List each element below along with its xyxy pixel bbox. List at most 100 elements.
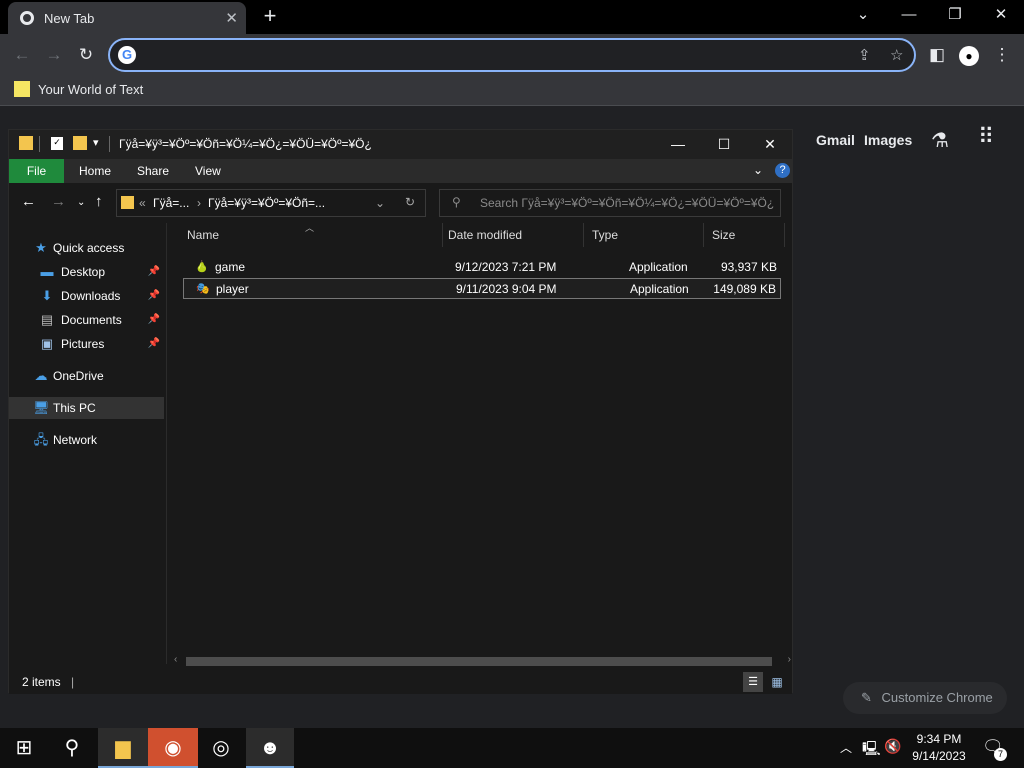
- new-folder-icon[interactable]: [73, 136, 87, 150]
- tray-overflow-icon[interactable]: ︿: [840, 739, 852, 756]
- back-arrow-icon[interactable]: ←: [21, 193, 36, 210]
- scrollbar-thumb[interactable]: [186, 657, 772, 666]
- reload-icon[interactable]: ↻: [73, 42, 99, 68]
- address-dropdown-icon[interactable]: ⌄: [375, 196, 385, 210]
- address-prefix[interactable]: «: [139, 196, 146, 210]
- horizontal-scrollbar[interactable]: ‹ ›: [174, 654, 791, 668]
- search-box[interactable]: ⚲ Search Γÿå=¥ÿ³=¥Öº=¥Öñ=¥Ö¼=¥Ö¿=¥ÖÜ=¥Öº…: [439, 189, 781, 217]
- divider: [39, 136, 40, 152]
- labs-flask-icon[interactable]: ⚗: [931, 128, 949, 153]
- up-arrow-icon[interactable]: ↑: [95, 193, 103, 210]
- refresh-icon[interactable]: ↻: [405, 195, 415, 209]
- forward-icon[interactable]: →: [41, 42, 67, 68]
- nav-downloads[interactable]: ⬇ Downloads 📌: [9, 285, 164, 307]
- gmail-link[interactable]: Gmail: [816, 132, 855, 148]
- breadcrumb-2[interactable]: Γÿå=¥ÿ³=¥Öº=¥Öñ=...: [208, 196, 325, 210]
- pin-icon[interactable]: 📌: [148, 333, 160, 355]
- volume-muted-icon[interactable]: 🔇: [884, 738, 901, 755]
- pin-icon[interactable]: 📌: [148, 285, 160, 307]
- column-header-date[interactable]: Date modified: [440, 223, 584, 247]
- apps-grid-icon[interactable]: ⠿: [978, 124, 994, 150]
- tab-view[interactable]: View: [195, 159, 221, 183]
- close-window-icon[interactable]: ✕: [978, 0, 1024, 30]
- search-icon: ⚲: [452, 195, 461, 209]
- desktop-icon: ▬: [40, 264, 54, 279]
- file-explorer-taskbar-icon[interactable]: ▆: [98, 728, 148, 768]
- properties-icon[interactable]: ✓: [51, 137, 63, 150]
- windows-start-icon[interactable]: ⊞: [0, 728, 48, 768]
- recent-locations-icon[interactable]: ⌄: [77, 197, 85, 208]
- help-icon[interactable]: ?: [775, 163, 790, 178]
- expand-ribbon-icon[interactable]: ⌄: [753, 163, 763, 177]
- explorer-nav-bar: ← → ⌄ ↑ « Γÿå=... › Γÿå=¥ÿ³=¥Öº=¥Öñ=... …: [9, 183, 792, 223]
- taskbar-clock[interactable]: 9:34 PM 9/14/2023: [904, 731, 974, 765]
- customize-chrome-button[interactable]: ✎ Customize Chrome: [843, 682, 1007, 714]
- sort-ascending-icon: ︿: [305, 223, 315, 233]
- chrome-toolbar: ← → ↻ G ⇪ ☆ ◧ ● ⋮: [0, 34, 1024, 76]
- bookmark-star-icon[interactable]: ☆: [890, 46, 903, 64]
- omnibox-input[interactable]: [144, 44, 824, 66]
- chrome-taskbar-icon[interactable]: ◉: [148, 728, 198, 768]
- restore-icon[interactable]: ❐: [932, 0, 978, 30]
- notification-count: 7: [994, 748, 1007, 761]
- nav-pictures[interactable]: ▣ Pictures 📌: [9, 333, 164, 355]
- player-app-icon: 🎭: [196, 283, 210, 295]
- breadcrumb-1[interactable]: Γÿå=...: [153, 196, 189, 210]
- computer-icon: 🖥: [33, 400, 50, 415]
- details-view-icon[interactable]: ☰: [743, 672, 763, 692]
- tab-title: New Tab: [44, 10, 95, 26]
- column-header-type[interactable]: Type: [584, 223, 704, 247]
- nav-network[interactable]: 🖧 Network: [9, 429, 164, 451]
- back-icon[interactable]: ←: [9, 42, 35, 68]
- player-taskbar-icon[interactable]: ☻: [246, 728, 294, 768]
- file-row-game[interactable]: 🍐 game 9/12/2023 7:21 PM Application 93,…: [183, 257, 781, 278]
- nav-documents[interactable]: ▤ Documents 📌: [9, 309, 164, 331]
- scroll-right-icon[interactable]: ›: [788, 654, 791, 665]
- network-tray-icon[interactable]: 🖳: [862, 738, 881, 762]
- ribbon-tabs: File Home Share View ⌄ ?: [9, 159, 792, 183]
- clock-date: 9/14/2023: [912, 749, 966, 763]
- bookmark-favicon-icon: [14, 81, 30, 97]
- share-icon[interactable]: ⇪: [858, 46, 871, 64]
- explorer-maximize-icon[interactable]: ☐: [701, 130, 747, 159]
- new-tab-button[interactable]: +: [256, 4, 284, 30]
- tab-file[interactable]: File: [9, 159, 64, 183]
- bookmark-your-world-of-text[interactable]: Your World of Text: [14, 81, 143, 97]
- tab-share[interactable]: Share: [137, 159, 169, 183]
- obs-taskbar-icon[interactable]: ◎: [197, 728, 245, 768]
- nav-onedrive[interactable]: ☁ OneDrive: [9, 365, 164, 387]
- breadcrumb-chevron-icon: ›: [197, 196, 201, 210]
- game-app-icon: 🍐: [195, 261, 209, 273]
- omnibox[interactable]: G ⇪ ☆: [108, 38, 916, 72]
- file-row-player[interactable]: 🎭 player 9/11/2023 9:04 PM Application 1…: [183, 278, 781, 299]
- minimize-icon[interactable]: —: [886, 0, 932, 30]
- images-link[interactable]: Images: [864, 132, 912, 148]
- quick-access-dropdown-icon[interactable]: ▾: [93, 136, 99, 149]
- scroll-left-icon[interactable]: ‹: [174, 654, 177, 665]
- pin-icon[interactable]: 📌: [148, 309, 160, 331]
- explorer-close-icon[interactable]: ✕: [747, 130, 793, 159]
- column-header-size[interactable]: Size: [704, 223, 785, 247]
- nav-quick-access[interactable]: ★ Quick access: [9, 237, 164, 259]
- pin-icon[interactable]: 📌: [148, 261, 160, 283]
- explorer-minimize-icon[interactable]: —: [655, 130, 701, 159]
- tab-new-tab[interactable]: New Tab ✕: [8, 2, 246, 34]
- tab-close-icon[interactable]: ✕: [225, 9, 238, 27]
- taskbar-search-icon[interactable]: ⚲: [48, 728, 96, 768]
- profile-icon[interactable]: ●: [956, 42, 982, 68]
- address-bar[interactable]: « Γÿå=... › Γÿå=¥ÿ³=¥Öº=¥Öñ=... ⌄ ↻: [116, 189, 426, 217]
- nav-this-pc[interactable]: 🖥 This PC: [9, 397, 164, 419]
- tab-search-icon[interactable]: ⌄: [840, 0, 886, 30]
- side-panel-icon[interactable]: ◧: [924, 42, 950, 68]
- cloud-icon: ☁: [34, 368, 48, 383]
- navigation-pane: ★ Quick access ▬ Desktop 📌 ⬇ Downloads 📌…: [9, 223, 166, 664]
- tab-home[interactable]: Home: [79, 159, 111, 183]
- nav-desktop[interactable]: ▬ Desktop 📌: [9, 261, 164, 283]
- menu-icon[interactable]: ⋮: [989, 42, 1015, 68]
- bookmark-label: Your World of Text: [38, 81, 144, 97]
- forward-arrow-icon[interactable]: →: [51, 193, 66, 210]
- item-count: 2 items: [22, 675, 61, 689]
- customize-chrome-label: Customize Chrome: [881, 690, 993, 705]
- large-icons-view-icon[interactable]: ▦: [767, 672, 787, 692]
- address-folder-icon: [121, 196, 134, 209]
